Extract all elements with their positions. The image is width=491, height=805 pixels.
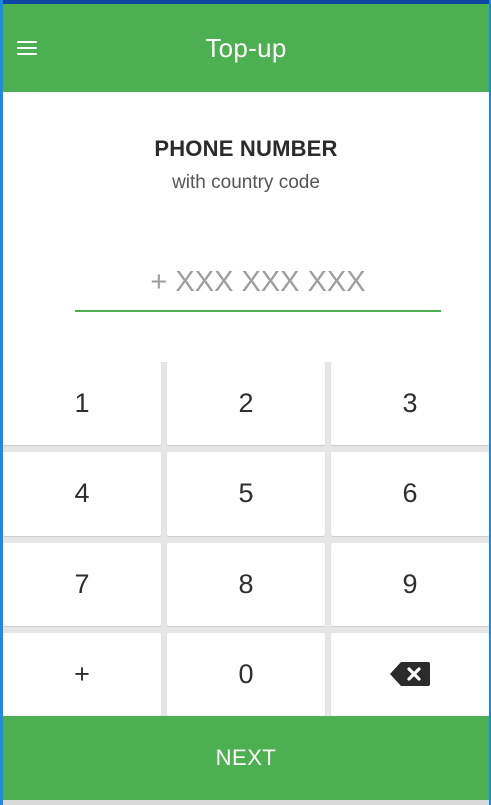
menu-button[interactable] xyxy=(13,34,41,62)
key-7[interactable]: 7 xyxy=(3,542,161,626)
key-5[interactable]: 5 xyxy=(167,452,325,536)
key-0[interactable]: 0 xyxy=(167,632,325,716)
numeric-keypad: 1 2 3 4 5 6 7 8 9 + 0 xyxy=(3,362,489,716)
app-screen: Top-up PHONE NUMBER with country code 1 … xyxy=(0,0,491,805)
key-3[interactable]: 3 xyxy=(331,362,489,446)
key-1[interactable]: 1 xyxy=(3,362,161,446)
key-9[interactable]: 9 xyxy=(331,542,489,626)
country-code-hint: with country code xyxy=(172,172,320,193)
key-plus[interactable]: + xyxy=(3,632,161,716)
key-8[interactable]: 8 xyxy=(167,542,325,626)
bottom-edge xyxy=(3,800,489,805)
phone-number-input[interactable] xyxy=(75,254,441,312)
backspace-key[interactable] xyxy=(331,632,489,716)
key-6[interactable]: 6 xyxy=(331,452,489,536)
phone-header: PHONE NUMBER with country code xyxy=(3,136,489,194)
app-bar: Top-up xyxy=(3,4,489,92)
app-title: Top-up xyxy=(205,32,287,63)
next-button[interactable]: NEXT xyxy=(3,716,489,800)
key-4[interactable]: 4 xyxy=(3,452,161,536)
key-2[interactable]: 2 xyxy=(167,362,325,446)
phone-number-heading: PHONE NUMBER xyxy=(154,136,338,161)
backspace-icon xyxy=(390,662,430,687)
hamburger-menu-icon xyxy=(17,41,37,55)
